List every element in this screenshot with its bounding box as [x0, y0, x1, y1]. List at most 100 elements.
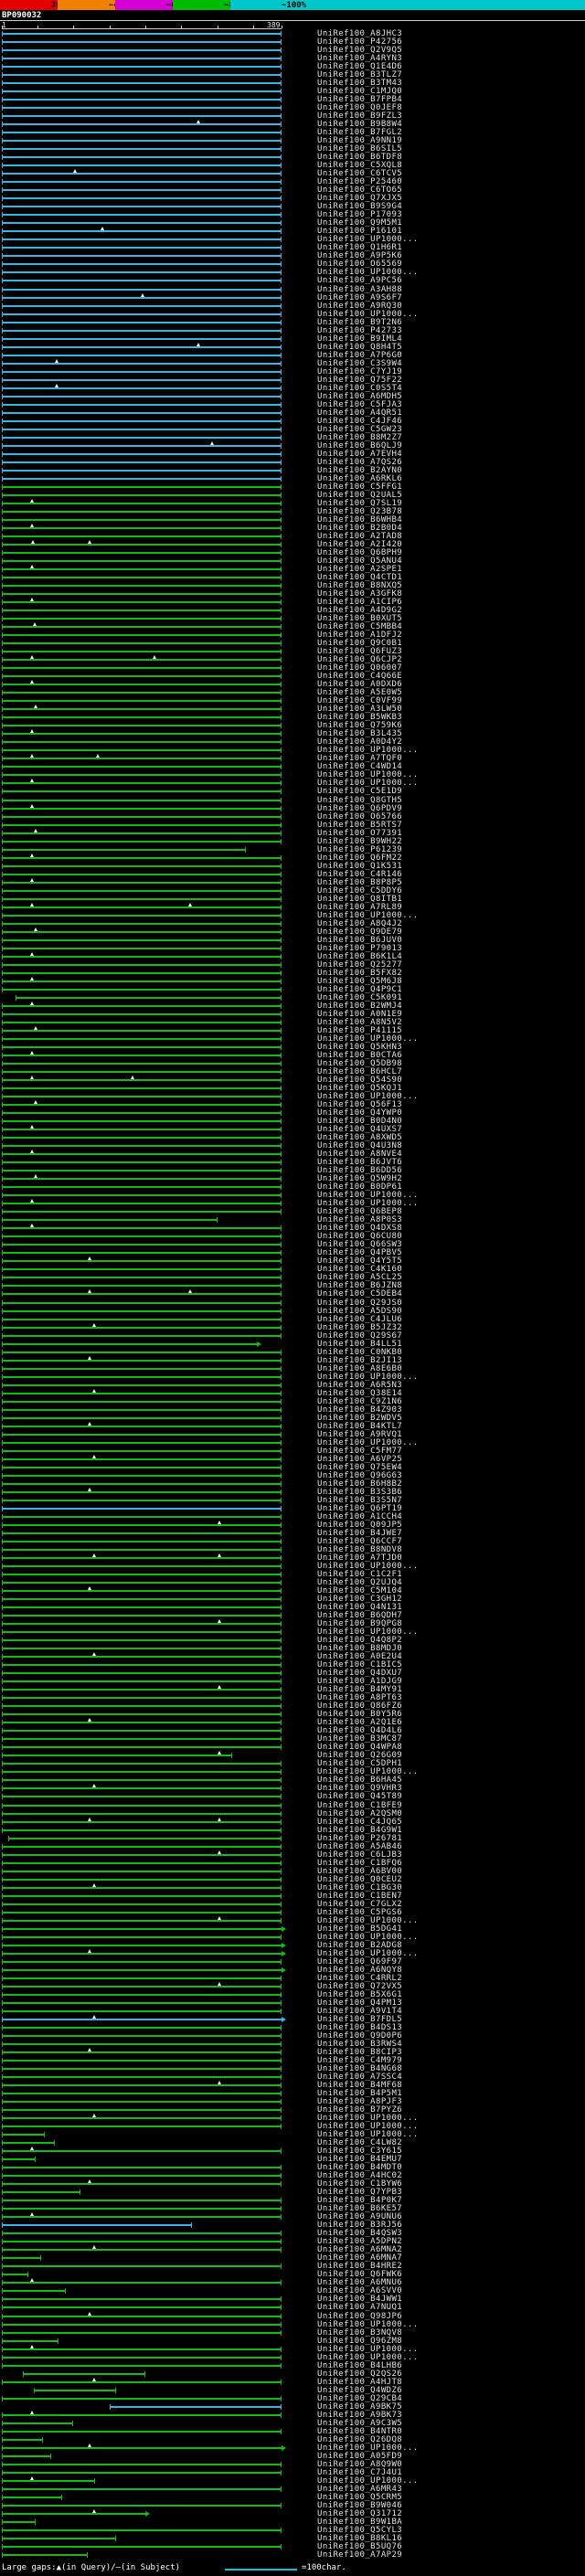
hit-row: UniRef100_Q31712 — [0, 2508, 585, 2518]
hit-row: UniRef100_A5AB46 — [0, 1842, 585, 1851]
alignment-bar — [2, 130, 282, 136]
alignment-bar — [2, 1464, 282, 1470]
hit-row: UniRef100_B7FPB4 — [0, 96, 585, 104]
alignment-bar — [2, 772, 282, 779]
alignment-bar — [2, 1818, 282, 1825]
alignment-bar — [2, 1860, 282, 1866]
gap-marker-icon — [29, 2475, 34, 2480]
alignment-bar — [2, 97, 282, 103]
hit-row: UniRef100_Q5CRM5 — [0, 2493, 585, 2502]
alignment-bar — [22, 2370, 145, 2377]
gap-marker-icon — [101, 227, 105, 231]
gap-marker-icon — [91, 1322, 96, 1327]
hit-row: UniRef100_Q4DXS8 — [0, 1224, 585, 1233]
query-ruler: 1 389 — [0, 21, 585, 30]
hit-row: UniRef100_A6NQY8 — [0, 1966, 585, 1975]
hit-row: UniRef100_Q0CEU2 — [0, 1875, 585, 1884]
hit-row: UniRef100_A4HJT8 — [0, 2377, 585, 2387]
alignment-bar — [2, 2074, 282, 2081]
gap-marker-icon — [29, 951, 34, 956]
alignment-bar — [2, 2058, 282, 2063]
alignment-bar — [2, 368, 282, 375]
hit-row: UniRef100_B2WMJ4 — [0, 1001, 585, 1011]
hit-label[interactable]: UniRef100_A7AP29 — [317, 2550, 402, 2560]
alignment-bar — [2, 2436, 43, 2443]
hit-row: UniRef100_UP1000... — [0, 1192, 585, 1200]
gap-marker-icon — [217, 1915, 221, 1920]
alignment-bar — [2, 2305, 282, 2311]
alignment-bar — [2, 2527, 282, 2533]
hit-row: UniRef100_B4NG68 — [0, 2065, 585, 2073]
hit-row: UniRef100_A8NVE4 — [0, 1150, 585, 1159]
gap-marker-icon — [29, 853, 34, 857]
hit-row: UniRef100_Q759K6 — [0, 722, 585, 730]
hit-row: UniRef100_UP1000... — [0, 2320, 585, 2329]
hit-row: UniRef100_Q2UAL5 — [0, 491, 585, 500]
gap-marker-icon — [217, 1553, 221, 1557]
hit-row: UniRef100_P79013 — [0, 944, 585, 953]
hit-row: UniRef100_B4JWW1 — [0, 2295, 585, 2304]
gap-marker-icon — [217, 2081, 221, 2085]
alignment-bar — [2, 1720, 282, 1726]
hit-row: UniRef100_B6DD56 — [0, 1167, 585, 1175]
alignment-bar — [2, 698, 282, 705]
hit-row: UniRef100_Q5KQJ1 — [0, 1085, 585, 1093]
hit-row: UniRef100_A4D9G2 — [0, 607, 585, 615]
gap-marker-icon — [87, 1718, 91, 1723]
alignment-bar — [2, 682, 282, 688]
hit-row: UniRef100_A7AP29 — [0, 2550, 585, 2560]
hit-row: UniRef100_B3S3B6 — [0, 1487, 585, 1497]
alignment-bar — [2, 89, 282, 95]
scale-segment — [58, 0, 115, 10]
hit-row: UniRef100_UP1000... — [0, 911, 585, 920]
gap-marker-icon — [87, 1817, 91, 1821]
hit-row: UniRef100_B6JVT6 — [0, 1159, 585, 1167]
alignment-bar — [2, 1044, 282, 1050]
alignment-bar — [2, 1209, 282, 1215]
hit-row: UniRef100_B3MC87 — [0, 1735, 585, 1744]
alignment-bar — [2, 1217, 218, 1224]
alignment-bar — [2, 1291, 282, 1298]
alignment-bar — [2, 1769, 282, 1776]
hit-row: UniRef100_A7QS26 — [0, 458, 585, 467]
alignment-bar — [2, 558, 282, 565]
hit-row: UniRef100_UP1000... — [0, 1915, 585, 1925]
hit-row: UniRef100_Q29CB4 — [0, 2394, 585, 2403]
gap-marker-icon — [209, 440, 214, 445]
hit-row: UniRef100_A0DXD6 — [0, 680, 585, 689]
hit-row: UniRef100_Q4PM13 — [0, 1998, 585, 2008]
hit-row: UniRef100_B3TLZ7 — [0, 71, 585, 80]
alignment-bar — [2, 1324, 282, 1330]
alignment-bar — [2, 163, 282, 169]
alignment-bar — [2, 780, 282, 787]
alignment-bar — [2, 2181, 282, 2188]
hit-row: UniRef100_B5UQ76 — [0, 2542, 585, 2551]
alignment-bar — [2, 896, 282, 902]
alignment-bar — [2, 278, 282, 284]
hit-row: UniRef100_Q38E14 — [0, 1388, 585, 1398]
hit-row: UniRef100_B4P0K7 — [0, 2197, 585, 2205]
hit-row: UniRef100_B3S5N7 — [0, 1496, 585, 1505]
alignment-bar — [2, 1605, 282, 1611]
alignment-bar — [2, 1308, 282, 1314]
hit-row: UniRef100_A6MDH5 — [0, 392, 585, 401]
alignment-bar — [2, 1143, 282, 1150]
hit-row: UniRef100_B9W1BA — [0, 2518, 585, 2527]
alignment-bar — [2, 2502, 282, 2508]
hit-row: UniRef100_C4JF46 — [0, 417, 585, 426]
gap-marker-icon — [34, 828, 38, 832]
alignment-bar — [2, 2510, 150, 2517]
hit-row: UniRef100_C5FJA3 — [0, 400, 585, 409]
alignment-bar — [2, 1390, 282, 1396]
alignment-bar — [2, 1983, 282, 1989]
alignment-bar — [2, 1027, 282, 1034]
alignment-bar — [2, 1497, 282, 1503]
hit-row: UniRef100_Q6CU80 — [0, 1233, 585, 1241]
alignment-bar — [2, 2189, 80, 2196]
alignment-bar — [2, 1110, 282, 1117]
hits-area: UniRef100_A8JHC3 UniRef100_P42756 UniRef10… — [0, 30, 585, 2560]
alignment-bar — [2, 442, 282, 449]
alignment-bar — [2, 879, 282, 885]
alignment-bar — [2, 426, 282, 432]
alignment-bar — [2, 1892, 282, 1899]
